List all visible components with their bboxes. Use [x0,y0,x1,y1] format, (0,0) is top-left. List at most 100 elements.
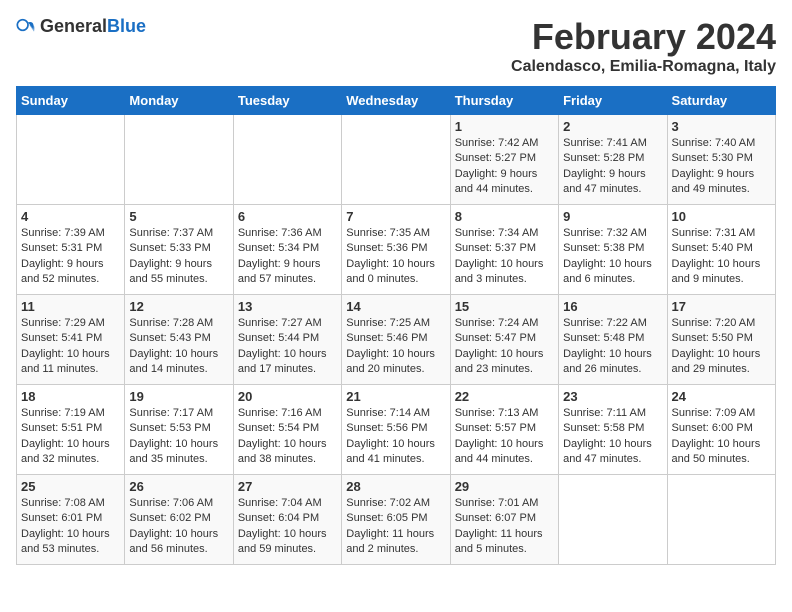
calendar-cell: 25 Sunrise: 7:08 AMSunset: 6:01 PMDayligh… [17,475,125,565]
cell-info: Sunrise: 7:11 AMSunset: 5:58 PMDaylight:… [563,406,662,468]
cell-info: Sunrise: 7:14 AMSunset: 5:56 PMDaylight:… [346,406,445,468]
calendar-cell: 8Sunrise: 7:34 AMSunset: 5:37 PMDaylight… [450,205,558,295]
logo: GeneralBlue [16,16,146,37]
cell-info: Sunrise: 7:37 AMSunset: 5:33 PMDaylight:… [129,226,228,288]
calendar-cell [125,115,233,205]
subtitle: Calendasco, Emilia-Romagna, Italy [511,58,776,76]
cell-date-number: 26 [129,479,228,494]
cell-date-number: 13 [238,299,337,314]
calendar-cell: 27 Sunrise: 7:04 AMSunset: 6:04 PMDayligh… [233,475,341,565]
cell-date-number: 6 [238,209,337,224]
day-header-thursday: Thursday [450,87,558,115]
logo-general: General [40,16,107,36]
cell-date-number: 19 [129,389,228,404]
cell-date-number: 23 [563,389,662,404]
calendar-week-2: 4 Sunrise: 7:39 AMSunset: 5:31 PMDaylight… [17,205,776,295]
calendar-cell: 29Sunrise: 7:01 AMSunset: 6:07 PMDayligh… [450,475,558,565]
cell-info: Sunrise: 7:19 AMSunset: 5:51 PMDaylight:… [21,406,120,468]
cell-info: Sunrise: 7:42 AMSunset: 5:27 PMDaylight:… [455,136,554,198]
day-header-wednesday: Wednesday [342,87,450,115]
cell-date-number: 29 [455,479,554,494]
cell-date-number: 16 [563,299,662,314]
day-header-sunday: Sunday [17,87,125,115]
calendar-cell: 26 Sunrise: 7:06 AMSunset: 6:02 PMDayligh… [125,475,233,565]
calendar-cell: 13 Sunrise: 7:27 AMSunset: 5:44 PMDayligh… [233,295,341,385]
cell-info: Sunrise: 7:29 AMSunset: 5:41 PMDaylight:… [21,316,120,378]
calendar-cell: 17Sunrise: 7:20 AMSunset: 5:50 PMDayligh… [667,295,775,385]
calendar-cell: 10 Sunrise: 7:31 AMSunset: 5:40 PMDayligh… [667,205,775,295]
cell-info: Sunrise: 7:08 AMSunset: 6:01 PMDaylight:… [21,496,120,558]
cell-date-number: 12 [129,299,228,314]
calendar-cell: 7 Sunrise: 7:35 AMSunset: 5:36 PMDaylight… [342,205,450,295]
cell-date-number: 15 [455,299,554,314]
cell-date-number: 22 [455,389,554,404]
calendar-cell: 22 Sunrise: 7:13 AMSunset: 5:57 PMDayligh… [450,385,558,475]
calendar-cell: 23 Sunrise: 7:11 AMSunset: 5:58 PMDayligh… [559,385,667,475]
calendar-cell [342,115,450,205]
cell-info: Sunrise: 7:28 AMSunset: 5:43 PMDaylight:… [129,316,228,378]
cell-info: Sunrise: 7:06 AMSunset: 6:02 PMDaylight:… [129,496,228,558]
cell-info: Sunrise: 7:35 AMSunset: 5:36 PMDaylight:… [346,226,445,288]
day-header-saturday: Saturday [667,87,775,115]
cell-date-number: 1 [455,119,554,134]
cell-info: Sunrise: 7:02 AMSunset: 6:05 PMDaylight:… [346,496,445,558]
calendar-cell: 15Sunrise: 7:24 AMSunset: 5:47 PMDayligh… [450,295,558,385]
calendar-cell [233,115,341,205]
calendar-week-4: 18 Sunrise: 7:19 AMSunset: 5:51 PMDayligh… [17,385,776,475]
cell-date-number: 11 [21,299,120,314]
cell-date-number: 5 [129,209,228,224]
cell-info: Sunrise: 7:32 AMSunset: 5:38 PMDaylight:… [563,226,662,288]
calendar-cell: 16 Sunrise: 7:22 AMSunset: 5:48 PMDayligh… [559,295,667,385]
cell-date-number: 4 [21,209,120,224]
cell-info: Sunrise: 7:22 AMSunset: 5:48 PMDaylight:… [563,316,662,378]
calendar-cell: 5 Sunrise: 7:37 AMSunset: 5:33 PMDaylight… [125,205,233,295]
calendar-cell: 19 Sunrise: 7:17 AMSunset: 5:53 PMDayligh… [125,385,233,475]
cell-info: Sunrise: 7:16 AMSunset: 5:54 PMDaylight:… [238,406,337,468]
calendar-cell: 14Sunrise: 7:25 AMSunset: 5:46 PMDayligh… [342,295,450,385]
calendar-cell: 6 Sunrise: 7:36 AMSunset: 5:34 PMDaylight… [233,205,341,295]
calendar-cell: 2 Sunrise: 7:41 AMSunset: 5:28 PMDaylight… [559,115,667,205]
cell-info: Sunrise: 7:17 AMSunset: 5:53 PMDaylight:… [129,406,228,468]
day-header-tuesday: Tuesday [233,87,341,115]
day-header-friday: Friday [559,87,667,115]
cell-date-number: 3 [672,119,771,134]
cell-date-number: 9 [563,209,662,224]
calendar-cell [667,475,775,565]
cell-info: Sunrise: 7:41 AMSunset: 5:28 PMDaylight:… [563,136,662,198]
cell-info: Sunrise: 7:13 AMSunset: 5:57 PMDaylight:… [455,406,554,468]
calendar-week-5: 25 Sunrise: 7:08 AMSunset: 6:01 PMDayligh… [17,475,776,565]
cell-date-number: 7 [346,209,445,224]
calendar-cell: 21 Sunrise: 7:14 AMSunset: 5:56 PMDayligh… [342,385,450,475]
calendar-header: SundayMondayTuesdayWednesdayThursdayFrid… [17,87,776,115]
cell-date-number: 17 [672,299,771,314]
calendar-cell: 20 Sunrise: 7:16 AMSunset: 5:54 PMDayligh… [233,385,341,475]
cell-date-number: 20 [238,389,337,404]
calendar-cell [559,475,667,565]
calendar-week-1: 1 Sunrise: 7:42 AMSunset: 5:27 PMDaylight… [17,115,776,205]
logo-icon [16,17,36,37]
cell-date-number: 24 [672,389,771,404]
cell-date-number: 2 [563,119,662,134]
calendar-cell: 4 Sunrise: 7:39 AMSunset: 5:31 PMDaylight… [17,205,125,295]
cell-date-number: 21 [346,389,445,404]
cell-date-number: 27 [238,479,337,494]
calendar-cell: 11 Sunrise: 7:29 AMSunset: 5:41 PMDayligh… [17,295,125,385]
cell-info: Sunrise: 7:09 AMSunset: 6:00 PMDaylight:… [672,406,771,468]
cell-date-number: 10 [672,209,771,224]
calendar-body: 1 Sunrise: 7:42 AMSunset: 5:27 PMDaylight… [17,115,776,565]
cell-info: Sunrise: 7:04 AMSunset: 6:04 PMDaylight:… [238,496,337,558]
cell-date-number: 14 [346,299,445,314]
header-row: SundayMondayTuesdayWednesdayThursdayFrid… [17,87,776,115]
cell-date-number: 25 [21,479,120,494]
cell-info: Sunrise: 7:36 AMSunset: 5:34 PMDaylight:… [238,226,337,288]
calendar-cell: 18 Sunrise: 7:19 AMSunset: 5:51 PMDayligh… [17,385,125,475]
cell-info: Sunrise: 7:31 AMSunset: 5:40 PMDaylight:… [672,226,771,288]
calendar-cell: 12 Sunrise: 7:28 AMSunset: 5:43 PMDayligh… [125,295,233,385]
cell-date-number: 8 [455,209,554,224]
cell-info: Sunrise: 7:39 AMSunset: 5:31 PMDaylight:… [21,226,120,288]
title-area: February 2024 Calendasco, Emilia-Romagna… [511,16,776,76]
logo-blue: Blue [107,16,146,36]
cell-date-number: 18 [21,389,120,404]
calendar-cell [17,115,125,205]
cell-info: Sunrise: 7:27 AMSunset: 5:44 PMDaylight:… [238,316,337,378]
